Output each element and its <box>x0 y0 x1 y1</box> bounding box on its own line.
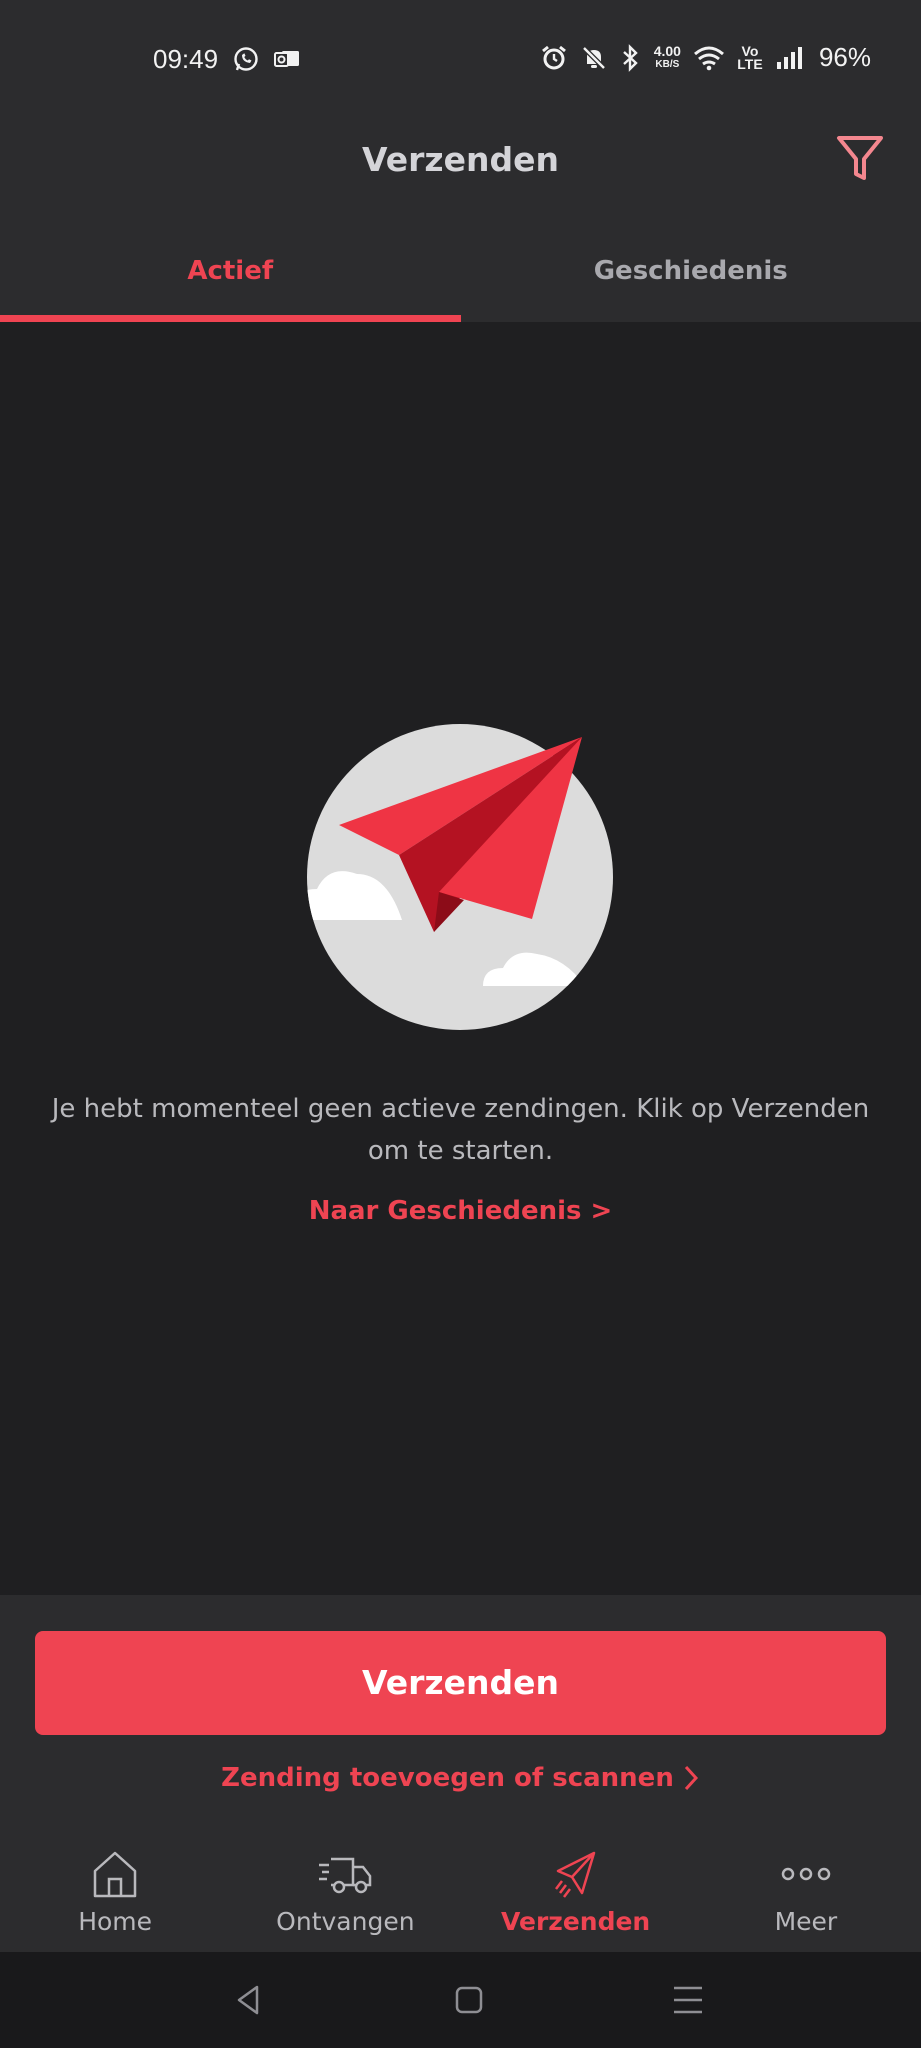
mute-icon <box>581 45 606 70</box>
notification-icons <box>233 46 301 72</box>
outlook-icon <box>274 51 299 67</box>
bottom-navigation: Home Ontvangen Verzenden Meer <box>0 1827 921 1952</box>
nav-home[interactable]: Home <box>0 1827 230 1952</box>
system-status-icons: 4.00 KB/S Vo LTE 96% <box>540 42 871 73</box>
more-dots-icon <box>781 1867 831 1881</box>
app-header: Verzenden <box>0 120 921 220</box>
paper-plane-illustration <box>307 724 613 1030</box>
network-speed: 4.00 KB/S <box>653 42 681 70</box>
chevron-right-icon <box>684 1765 698 1791</box>
paper-plane-icon <box>554 1851 595 1898</box>
nav-ontvangen-label: Ontvangen <box>276 1907 415 1936</box>
empty-message: Je hebt momenteel geen actieve zendingen… <box>51 1094 870 1166</box>
alarm-icon <box>541 45 566 69</box>
bluetooth-icon <box>622 43 638 72</box>
nav-meer[interactable]: Meer <box>691 1827 921 1952</box>
signal-icon <box>776 46 802 69</box>
send-button[interactable]: Verzenden <box>35 1631 886 1735</box>
history-link[interactable]: Naar Geschiedenis > <box>0 1196 921 1226</box>
back-icon[interactable] <box>229 1980 269 2020</box>
page-title: Verzenden <box>362 140 559 179</box>
add-shipment-link[interactable]: Zending toevoegen of scannen <box>0 1763 921 1793</box>
bottom-actions: Verzenden Zending toevoegen of scannen <box>0 1595 921 1827</box>
home-square-icon[interactable] <box>449 1980 489 2020</box>
nav-home-label: Home <box>78 1907 153 1936</box>
tab-bar-top: Actief Geschiedenis <box>0 220 921 322</box>
nav-verzenden-label: Verzenden <box>501 1907 651 1936</box>
add-shipment-label: Zending toevoegen of scannen <box>221 1763 674 1793</box>
nav-meer-label: Meer <box>774 1907 838 1936</box>
system-navigation-bar <box>0 1952 921 2048</box>
filter-icon <box>837 136 883 180</box>
tab-actief[interactable]: Actief <box>0 220 461 322</box>
battery-level: 96% <box>818 42 871 72</box>
home-icon <box>93 1851 137 1898</box>
nav-verzenden[interactable]: Verzenden <box>461 1827 691 1952</box>
filter-button[interactable] <box>835 132 885 184</box>
volte-label: Vo LTE <box>737 42 763 72</box>
whatsapp-icon <box>234 47 258 71</box>
tab-geschiedenis[interactable]: Geschiedenis <box>461 220 921 322</box>
status-bar: 09:49 4.00 KB/S Vo LTE 96% <box>0 0 921 120</box>
nav-ontvangen[interactable]: Ontvangen <box>230 1827 460 1952</box>
status-time: 09:49 <box>153 44 219 74</box>
delivery-truck-icon <box>319 1857 372 1894</box>
recent-apps-icon[interactable] <box>668 1980 708 2020</box>
empty-state: Je hebt momenteel geen actieve zendingen… <box>0 322 921 1595</box>
wifi-icon <box>693 46 724 70</box>
